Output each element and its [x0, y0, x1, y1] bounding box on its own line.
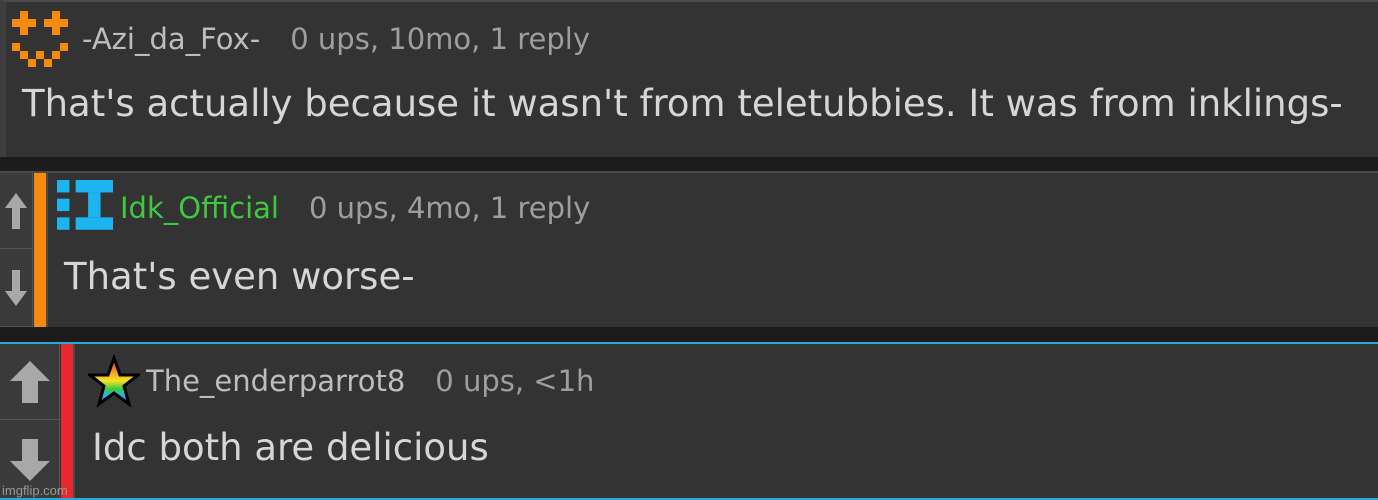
- comment-username[interactable]: Idk_Official: [120, 191, 279, 225]
- rainbow-star-icon[interactable]: [88, 355, 140, 407]
- comment-meta: 0 ups, 10mo, 1 reply: [290, 22, 591, 56]
- imgflip-watermark: imgflip.com: [2, 483, 68, 498]
- vote-column: [0, 344, 60, 498]
- arrow-up-icon: [5, 192, 27, 229]
- blue-pixel-i-icon[interactable]: [56, 180, 114, 236]
- comment-azi: -Azi_da_Fox- 0 ups, 10mo, 1 reply That's…: [0, 0, 1378, 157]
- reply-depth-bar: [34, 173, 48, 327]
- comment-body: That's actually because it wasn't from t…: [22, 82, 1343, 125]
- orange-pixel-face-icon[interactable]: [12, 11, 76, 67]
- comment-header: The_enderparrot8 0 ups, <1h: [88, 355, 595, 407]
- comment-body: That's even worse-: [64, 255, 415, 298]
- comment-header: Idk_Official 0 ups, 4mo, 1 reply: [56, 180, 591, 236]
- downvote-button[interactable]: [0, 249, 32, 327]
- reply-depth-bar: [61, 344, 75, 498]
- comment-body: Idc both are delicious: [92, 426, 489, 469]
- comment-thread: -Azi_da_Fox- 0 ups, 10mo, 1 reply That's…: [0, 0, 1378, 500]
- comment-meta: 0 ups, <1h: [435, 364, 595, 398]
- comment-header: -Azi_da_Fox- 0 ups, 10mo, 1 reply: [12, 11, 591, 67]
- arrow-down-icon: [9, 439, 50, 481]
- vote-column: [0, 173, 33, 327]
- upvote-button[interactable]: [0, 173, 32, 249]
- comment-username[interactable]: The_enderparrot8: [146, 364, 405, 398]
- comment-meta: 0 ups, 4mo, 1 reply: [308, 191, 591, 225]
- comment-username[interactable]: -Azi_da_Fox-: [82, 22, 260, 56]
- arrow-up-icon: [9, 360, 50, 403]
- arrow-down-icon: [5, 269, 27, 306]
- comment-enderparrot: The_enderparrot8 0 ups, <1h Idc both are…: [0, 342, 1378, 500]
- comment-idk: Idk_Official 0 ups, 4mo, 1 reply That's …: [0, 171, 1378, 327]
- upvote-button[interactable]: [0, 344, 59, 420]
